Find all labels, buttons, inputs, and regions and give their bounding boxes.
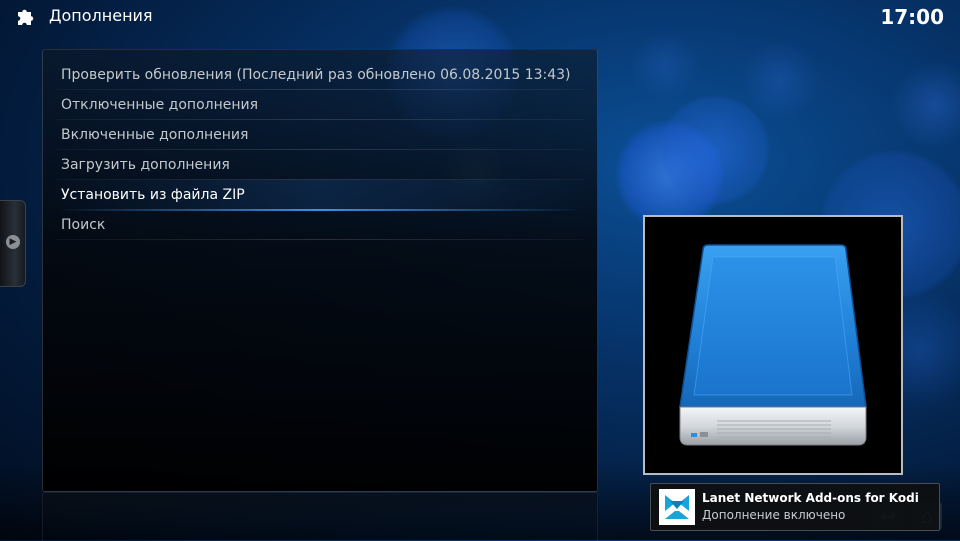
addons-menu-panel: Проверить обновления (Последний раз обно… bbox=[42, 49, 598, 492]
hard-drive-icon bbox=[679, 244, 867, 446]
menu-item-label: Включенные дополнения bbox=[61, 127, 249, 143]
menu-item-label: Отключенные дополнения bbox=[61, 97, 259, 113]
side-menu-tab[interactable]: ▶ bbox=[0, 200, 26, 287]
menu-item-enabled-addons[interactable]: Включенные дополнения bbox=[43, 120, 597, 150]
panel-reflection bbox=[42, 492, 598, 541]
menu-item-label: Установить из файла ZIP bbox=[61, 187, 245, 203]
notification-message: Дополнение включено bbox=[702, 508, 846, 522]
header-bar: Дополнения 17:00 bbox=[0, 0, 960, 34]
addons-menu-list: Проверить обновления (Последний раз обно… bbox=[43, 60, 597, 240]
background-bokeh bbox=[615, 120, 725, 230]
notification-title: Lanet Network Add-ons for Kodi bbox=[702, 491, 919, 505]
menu-item-install-from-zip[interactable]: Установить из файла ZIP bbox=[43, 180, 597, 211]
page-title: Дополнения bbox=[49, 6, 153, 25]
chevron-right-icon: ▶ bbox=[6, 235, 20, 249]
menu-item-check-updates[interactable]: Проверить обновления (Последний раз обно… bbox=[43, 60, 597, 90]
kodi-logo-icon bbox=[659, 489, 695, 525]
clock: 17:00 bbox=[880, 5, 944, 29]
preview-thumbnail bbox=[643, 215, 903, 475]
menu-item-disabled-addons[interactable]: Отключенные дополнения bbox=[43, 90, 597, 120]
background-bokeh bbox=[740, 40, 820, 120]
notification-toast: Lanet Network Add-ons for Kodi Дополнени… bbox=[650, 483, 940, 531]
background-bokeh bbox=[630, 30, 700, 100]
background-bokeh bbox=[890, 60, 960, 150]
menu-item-search[interactable]: Поиск bbox=[43, 210, 597, 240]
menu-item-label: Загрузить дополнения bbox=[61, 157, 230, 173]
puzzle-piece-icon bbox=[18, 9, 34, 25]
menu-item-get-addons[interactable]: Загрузить дополнения bbox=[43, 150, 597, 180]
background-bokeh bbox=[660, 95, 770, 205]
menu-item-label: Поиск bbox=[61, 217, 106, 233]
menu-item-label: Проверить обновления (Последний раз обно… bbox=[61, 67, 571, 83]
